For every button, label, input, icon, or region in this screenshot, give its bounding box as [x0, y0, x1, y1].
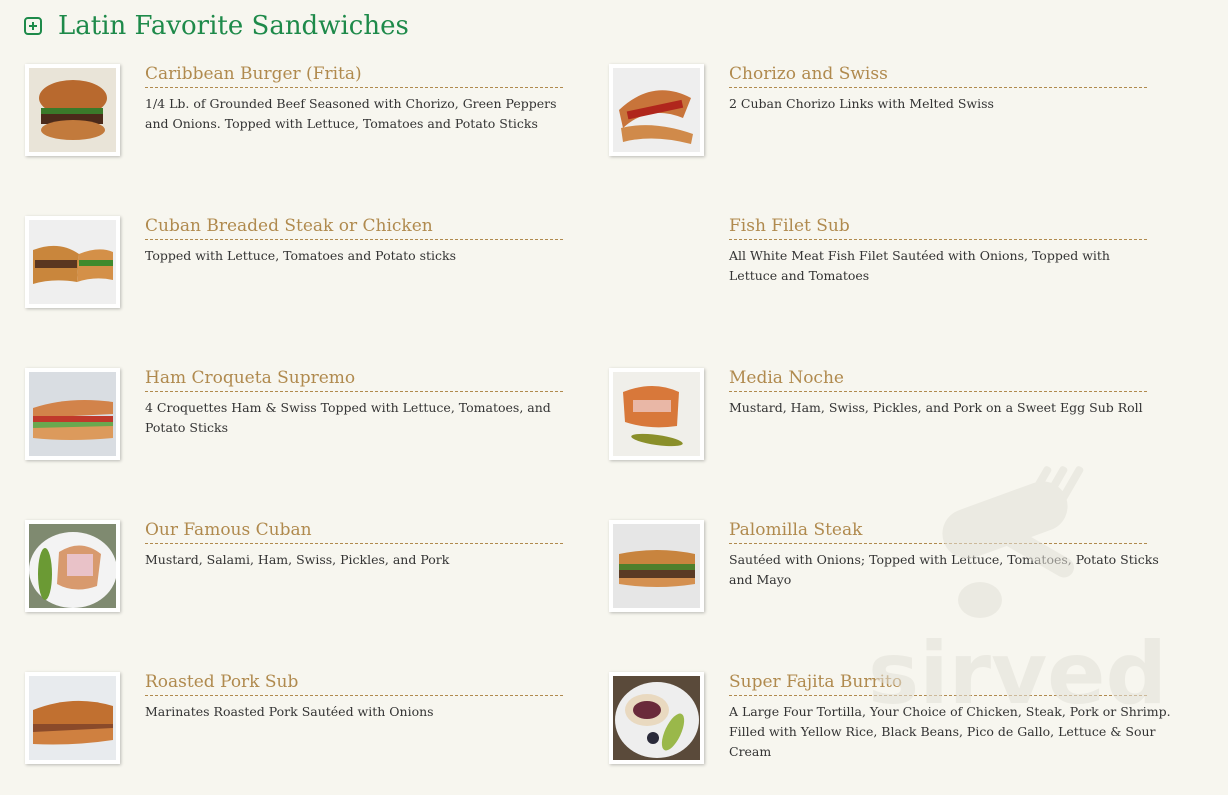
item-description: All White Meat Fish Filet Sautéed with O… [729, 248, 1110, 283]
item-photo[interactable] [609, 368, 704, 460]
item-name[interactable]: Fish Filet Sub [729, 214, 1147, 240]
item-description: 2 Cuban Chorizo Links with Melted Swiss [729, 96, 994, 111]
item-photo[interactable] [25, 368, 120, 460]
item-photo[interactable] [609, 64, 704, 156]
item-photo[interactable] [25, 64, 120, 156]
fork-spoon-icon [942, 466, 1084, 618]
item-name[interactable]: Our Famous Cuban [145, 518, 563, 544]
section-header[interactable]: Latin Favorite Sandwiches [24, 10, 409, 42]
item-description: 1/4 Lb. of Grounded Beef Seasoned with C… [145, 96, 557, 131]
item-photo[interactable] [609, 520, 704, 612]
item-photo[interactable] [25, 520, 120, 612]
sirved-watermark: sirved [860, 455, 1190, 724]
section-title: Latin Favorite Sandwiches [58, 11, 409, 41]
plus-square-icon[interactable] [24, 17, 42, 35]
menu-item-our-famous-cuban[interactable]: Our Famous Cuban Mustard, Salami, Ham, S… [25, 520, 615, 630]
item-description: 4 Croquettes Ham & Swiss Topped with Let… [145, 400, 551, 435]
item-photo[interactable] [25, 216, 120, 308]
item-name[interactable]: Cuban Breaded Steak or Chicken [145, 214, 563, 240]
item-name[interactable]: Ham Croqueta Supremo [145, 366, 563, 392]
menu-item-chorizo-swiss[interactable]: Chorizo and Swiss 2 Cuban Chorizo Links … [609, 64, 1199, 174]
item-description: Marinates Roasted Pork Sautéed with Onio… [145, 704, 434, 719]
item-description: Mustard, Ham, Swiss, Pickles, and Pork o… [729, 400, 1143, 415]
item-photo[interactable] [25, 672, 120, 764]
item-photo[interactable] [609, 672, 704, 764]
item-name[interactable]: Chorizo and Swiss [729, 62, 1147, 88]
item-name[interactable]: Media Noche [729, 366, 1147, 392]
watermark-text: sirved [868, 624, 1167, 715]
item-description: Mustard, Salami, Ham, Swiss, Pickles, an… [145, 552, 450, 567]
item-description: Topped with Lettuce, Tomatoes and Potato… [145, 248, 457, 263]
menu-item-ham-croqueta[interactable]: Ham Croqueta Supremo 4 Croquettes Ham & … [25, 368, 615, 478]
item-name[interactable]: Roasted Pork Sub [145, 670, 563, 696]
menu-item-fish-filet-sub[interactable]: Fish Filet Sub All White Meat Fish Filet… [609, 216, 1199, 326]
menu-item-cuban-breaded-steak[interactable]: Cuban Breaded Steak or Chicken Topped wi… [25, 216, 615, 326]
menu-item-caribbean-burger[interactable]: Caribbean Burger (Frita) 1/4 Lb. of Grou… [25, 64, 615, 174]
item-name[interactable]: Caribbean Burger (Frita) [145, 62, 563, 88]
menu-item-roasted-pork-sub[interactable]: Roasted Pork Sub Marinates Roasted Pork … [25, 672, 615, 782]
